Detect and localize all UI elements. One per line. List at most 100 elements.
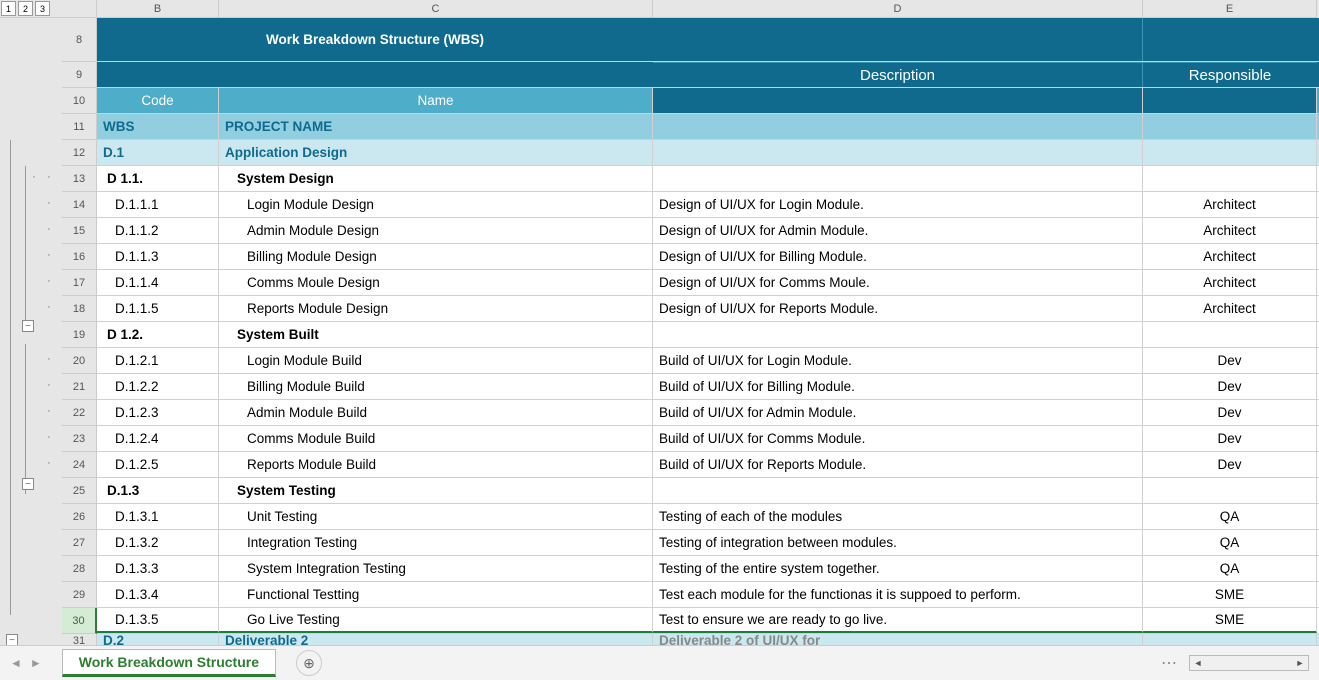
cell-resp: Dev — [1143, 452, 1317, 477]
row-header-16[interactable]: 16 — [62, 244, 97, 270]
collapse-section-2[interactable]: − — [22, 478, 34, 490]
cell-code: D.1 — [97, 140, 219, 165]
cell-desc: Testing of the entire system together. — [653, 556, 1143, 581]
table-row[interactable]: D.1.2.2Billing Module BuildBuild of UI/U… — [97, 374, 1319, 400]
col-header-e[interactable]: E — [1143, 0, 1317, 18]
row-header-26[interactable]: 26 — [62, 504, 97, 530]
spreadsheet-grid[interactable]: Work Breakdown Structure (WBS) Descripti… — [97, 18, 1319, 645]
row-header-25[interactable]: 25 — [62, 478, 97, 504]
row-header-8[interactable]: 8 — [62, 18, 97, 62]
row-header-27[interactable]: 27 — [62, 530, 97, 556]
outline-level-bar: 1 2 3 — [0, 0, 62, 18]
table-row[interactable]: D.1.1.2Admin Module DesignDesign of UI/U… — [97, 218, 1319, 244]
table-row[interactable]: D.1.3System Testing — [97, 478, 1319, 504]
row-header-23[interactable]: 23 — [62, 426, 97, 452]
cell-code: D.1.2.3 — [97, 400, 219, 425]
row-header-9[interactable]: 9 — [62, 62, 97, 88]
cell-resp: QA — [1143, 556, 1317, 581]
add-sheet-button[interactable]: ⊕ — [296, 650, 322, 676]
row-header-20[interactable]: 20 — [62, 348, 97, 374]
row-header-21[interactable]: 21 — [62, 374, 97, 400]
tab-options-icon[interactable]: ⋯ — [1161, 653, 1179, 673]
sheet-tab-active[interactable]: Work Breakdown Structure — [62, 649, 276, 677]
col-header-c[interactable]: C — [219, 0, 653, 18]
tab-nav-next-icon[interactable]: ► — [30, 656, 42, 670]
row-header-11[interactable]: 11 — [62, 114, 97, 140]
row-header-15[interactable]: 15 — [62, 218, 97, 244]
cell-resp: Architect — [1143, 244, 1317, 269]
row-header-28[interactable]: 28 — [62, 556, 97, 582]
cell-name: Application Design — [219, 140, 653, 165]
level2-row[interactable]: D.1 Application Design — [97, 140, 1319, 166]
row-header-13[interactable]: 13 — [62, 166, 97, 192]
cell-name: Comms Module Build — [219, 426, 653, 451]
outline-level-3[interactable]: 3 — [35, 1, 50, 16]
table-row[interactable]: D.1.3.1Unit TestingTesting of each of th… — [97, 504, 1319, 530]
cell-name: Go Live Testing — [219, 608, 653, 633]
cell-code: D.1.3.4 — [97, 582, 219, 607]
scroll-right-icon[interactable]: ► — [1292, 658, 1308, 668]
table-row[interactable]: D.1.3.4Functional TesttingTest each modu… — [97, 582, 1319, 608]
row-header-18[interactable]: 18 — [62, 296, 97, 322]
cell-desc: Build of UI/UX for Admin Module. — [653, 400, 1143, 425]
table-row[interactable]: D.1.2.4Comms Module BuildBuild of UI/UX … — [97, 426, 1319, 452]
select-all-corner[interactable] — [62, 0, 97, 18]
row-header-12[interactable]: 12 — [62, 140, 97, 166]
outline-dot: · — [42, 352, 56, 366]
cell-code: D.1.2.1 — [97, 348, 219, 373]
cell-desc: Test to ensure we are ready to go live. — [653, 608, 1143, 633]
cell-name: Functional Testting — [219, 582, 653, 607]
cell-name: Reports Module Build — [219, 452, 653, 477]
row-header-24[interactable]: 24 — [62, 452, 97, 478]
outline-dot: · — [42, 248, 56, 262]
cell-code: D.1.3.5 — [97, 608, 219, 633]
outline-level-1[interactable]: 1 — [1, 1, 16, 16]
cell-desc: Build of UI/UX for Billing Module. — [653, 374, 1143, 399]
table-row[interactable]: D 1.2.System Built — [97, 322, 1319, 348]
col-header-d[interactable]: D — [653, 0, 1143, 18]
outline-gutter: · · · · · · · − · · · · · − − — [0, 18, 62, 645]
cell-name: Comms Moule Design — [219, 270, 653, 295]
outline-dot: · — [42, 170, 56, 184]
table-row[interactable]: D.1.1.1Login Module DesignDesign of UI/U… — [97, 192, 1319, 218]
cell-name: Login Module Design — [219, 192, 653, 217]
table-row[interactable]: D.1.2.3Admin Module BuildBuild of UI/UX … — [97, 400, 1319, 426]
row-header-14[interactable]: 14 — [62, 192, 97, 218]
cell-name: Reports Module Design — [219, 296, 653, 321]
level2-row-bottom[interactable]: D.2 Deliverable 2 Deliverable 2 of UI/UX… — [97, 634, 1319, 645]
level1-row[interactable]: WBS PROJECT NAME — [97, 114, 1319, 140]
row-header-10[interactable]: 10 — [62, 88, 97, 114]
tab-nav-prev-icon[interactable]: ◄ — [10, 656, 22, 670]
row-header-22[interactable]: 22 — [62, 400, 97, 426]
row-header-17[interactable]: 17 — [62, 270, 97, 296]
horizontal-scrollbar[interactable]: ◄ ► — [1189, 655, 1309, 671]
cell-name: Admin Module Build — [219, 400, 653, 425]
row-header-30[interactable]: 30 — [62, 608, 97, 634]
row-header-29[interactable]: 29 — [62, 582, 97, 608]
outline-dot: · — [42, 404, 56, 418]
table-row[interactable]: D.1.1.5Reports Module DesignDesign of UI… — [97, 296, 1319, 322]
cell-code: D.1.1.2 — [97, 218, 219, 243]
col-header-b[interactable]: B — [97, 0, 219, 18]
sheet-tab-bar: ◄ ► Work Breakdown Structure ⊕ ⋯ ◄ ► — [0, 645, 1319, 680]
header-responsible: Responsible — [1143, 62, 1317, 87]
row-header-19[interactable]: 19 — [62, 322, 97, 348]
table-row[interactable]: D.1.3.3System Integration TestingTesting… — [97, 556, 1319, 582]
cell-desc: Build of UI/UX for Login Module. — [653, 348, 1143, 373]
table-row[interactable]: D 1.1.System Design — [97, 166, 1319, 192]
cell-desc: Test each module for the functionas it i… — [653, 582, 1143, 607]
table-row[interactable]: D.1.1.4Comms Moule DesignDesign of UI/UX… — [97, 270, 1319, 296]
cell-name: System Testing — [219, 478, 653, 503]
table-row[interactable]: D.1.3.2Integration TestingTesting of int… — [97, 530, 1319, 556]
collapse-section-1[interactable]: − — [22, 320, 34, 332]
table-row[interactable]: D.1.2.1Login Module BuildBuild of UI/UX … — [97, 348, 1319, 374]
cell-resp: Dev — [1143, 426, 1317, 451]
scroll-left-icon[interactable]: ◄ — [1190, 658, 1206, 668]
cell-name: Billing Module Build — [219, 374, 653, 399]
outline-level-2[interactable]: 2 — [18, 1, 33, 16]
table-row[interactable]: D.1.1.3Billing Module DesignDesign of UI… — [97, 244, 1319, 270]
table-row[interactable]: D.1.2.5Reports Module BuildBuild of UI/U… — [97, 452, 1319, 478]
table-row[interactable]: D.1.3.5Go Live TestingTest to ensure we … — [97, 608, 1319, 634]
cell-code: D.1.1.1 — [97, 192, 219, 217]
outline-dot: · — [27, 170, 41, 184]
